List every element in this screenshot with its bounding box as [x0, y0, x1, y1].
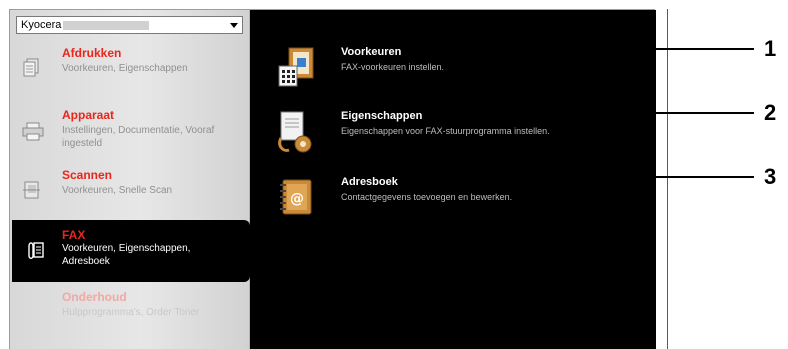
document-icon — [22, 58, 42, 78]
printer-icon — [22, 122, 44, 142]
sidebar-item-title: Onderhoud — [62, 290, 127, 304]
callout-number-3: 3 — [764, 164, 777, 189]
device-select-value: Kyocera — [21, 19, 62, 31]
sidebar-item-desc: Instellingen, Documentatie, Vooraf inges… — [62, 125, 215, 149]
sidebar-item-scannen[interactable]: Scannen Voorkeuren, Snelle Scan — [16, 168, 248, 208]
address-book-icon: @ — [275, 176, 315, 218]
option-desc: FAX-voorkeuren instellen. — [341, 62, 445, 72]
sidebar-item-desc: Voorkeuren, Snelle Scan — [62, 185, 173, 196]
option-desc: Contactgegevens toevoegen en bewerken. — [341, 192, 513, 202]
sidebar-item-afdrukken[interactable]: Afdrukken Voorkeuren, Eigenschappen — [16, 46, 248, 86]
device-model-redacted — [63, 21, 149, 30]
svg-text:@: @ — [290, 191, 304, 207]
app-window: Kyocera Afdrukken Voorkeuren, Eigenschap… — [9, 9, 656, 349]
sidebar-item-desc: Voorkeuren, Eigenschappen, Adresboek — [62, 243, 191, 267]
callout-line-2 — [436, 112, 754, 114]
properties-icon — [275, 110, 315, 153]
option-title: Adresboek — [341, 176, 398, 188]
chevron-down-icon[interactable] — [230, 23, 238, 28]
callout-number-2: 2 — [764, 100, 777, 125]
option-title: Voorkeuren — [341, 46, 402, 58]
preferences-icon — [275, 46, 315, 88]
content-panel: Voorkeuren FAX-voorkeuren instellen. Eig… — [251, 10, 656, 349]
sidebar: Kyocera Afdrukken Voorkeuren, Eigenschap… — [10, 10, 250, 349]
option-voorkeuren[interactable]: Voorkeuren FAX-voorkeuren instellen. — [275, 46, 635, 96]
sidebar-item-desc: Voorkeuren, Eigenschappen — [62, 63, 188, 74]
option-adresboek[interactable]: @ Adresboek Contactgegevens toevoegen en… — [275, 176, 635, 226]
sidebar-item-fax[interactable]: FAX Voorkeuren, Eigenschappen, Adresboek — [12, 220, 250, 282]
sidebar-item-title: Afdrukken — [62, 46, 122, 60]
option-eigenschappen[interactable]: Eigenschappen Eigenschappen voor FAX-stu… — [275, 110, 635, 160]
window-edge — [667, 9, 668, 349]
sidebar-item-title: FAX — [62, 228, 86, 242]
device-select[interactable]: Kyocera — [16, 16, 243, 34]
sidebar-item-desc: Hulpprogramma's, Order Toner — [62, 307, 200, 318]
sidebar-item-title: Scannen — [62, 168, 113, 182]
sidebar-item-onderhoud[interactable]: Onderhoud Hulpprogramma's, Order Toner — [16, 290, 248, 330]
callout-line-3 — [420, 176, 754, 178]
option-title: Eigenschappen — [341, 110, 423, 122]
sidebar-item-apparaat[interactable]: Apparaat Instellingen, Documentatie, Voo… — [16, 108, 248, 158]
fax-icon — [26, 240, 46, 260]
sidebar-item-title: Apparaat — [62, 108, 115, 122]
option-desc: Eigenschappen voor FAX-stuurprogramma in… — [341, 126, 550, 136]
callout-line-1 — [424, 48, 754, 50]
callout-number-1: 1 — [764, 36, 777, 61]
scanner-icon — [22, 180, 42, 200]
